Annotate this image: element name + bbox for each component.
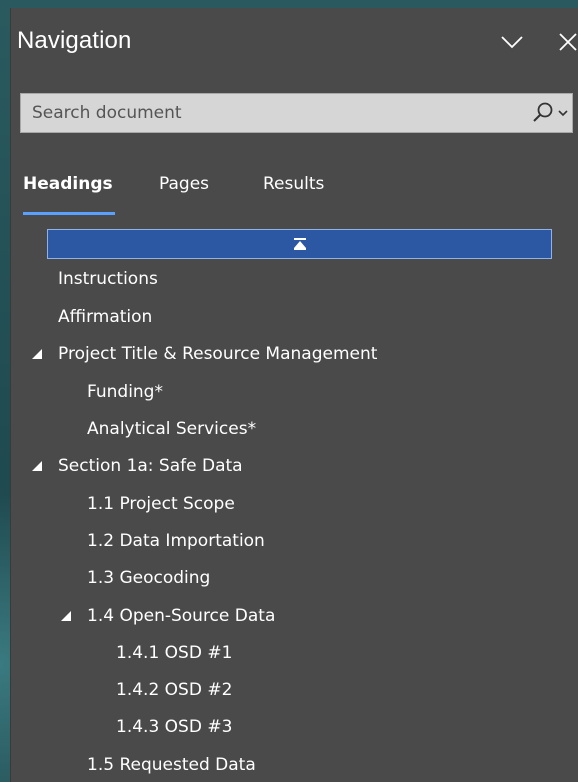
pane-title: Navigation [17,27,132,54]
search-icon [533,102,553,122]
tab-headings[interactable]: Headings [23,174,113,194]
nav-tabs: Headings Pages Results [11,174,571,218]
close-pane-button[interactable] [554,28,578,56]
close-icon [559,33,577,51]
task-pane-options-button[interactable] [498,28,526,56]
tab-results[interactable]: Results [263,174,324,194]
tree-item[interactable]: Project Title & Resource Management [32,339,378,369]
expanded-triangle-icon[interactable] [60,610,72,622]
search-input[interactable] [21,94,511,132]
tree-item[interactable]: 1.2 Data Importation [87,526,265,556]
tree-item[interactable]: 1.3 Geocoding [87,563,210,593]
navigation-pane: Navigation Headings Pages Results [10,8,578,782]
tree-item-label: 1.4.1 OSD #1 [116,643,233,663]
tree-item[interactable]: Section 1a: Safe Data [32,451,243,481]
tree-item-label: 1.4.3 OSD #3 [116,717,233,737]
tree-item[interactable]: 1.4.2 OSD #2 [116,675,232,705]
tree-item-label: Section 1a: Safe Data [58,456,243,476]
tree-item[interactable]: Instructions [58,264,158,294]
tree-item-label: 1.4.2 OSD #2 [116,680,233,700]
tree-item[interactable]: 1.4 Open-Source Data [61,601,276,631]
collapse-all-icon [293,238,306,250]
tree-item[interactable]: Affirmation [58,302,152,332]
expanded-triangle-icon[interactable] [31,348,43,360]
tree-item-label: Project Title & Resource Management [58,344,378,364]
tree-item-label: Funding* [87,382,163,402]
tree-item[interactable]: 1.1 Project Scope [87,489,235,519]
search-box [20,93,573,133]
tree-item[interactable]: 1.4.1 OSD #1 [116,638,232,668]
chevron-down-icon [558,110,568,117]
tree-item[interactable]: 1.4.3 OSD #3 [116,712,232,742]
tree-item[interactable]: 1.5 Requested Data [87,750,256,780]
tree-item-label: 1.2 Data Importation [87,531,265,551]
collapse-all-button[interactable] [47,229,552,259]
tree-item-label: Instructions [58,269,158,289]
tree-item-label: 1.3 Geocoding [87,568,211,588]
tree-item-label: Analytical Services* [87,419,257,439]
chevron-down-icon [501,36,523,49]
tree-item[interactable]: Funding* [87,377,163,407]
tree-item[interactable]: Analytical Services* [87,414,256,444]
tab-pages[interactable]: Pages [159,174,209,194]
tree-item-label: 1.4 Open-Source Data [87,606,276,626]
search-options-button[interactable] [524,100,568,126]
expanded-triangle-icon[interactable] [31,460,43,472]
active-tab-indicator [23,212,115,215]
tree-item-label: 1.1 Project Scope [87,494,235,514]
tree-item-label: Affirmation [58,307,153,327]
tree-item-label: 1.5 Requested Data [87,755,256,775]
